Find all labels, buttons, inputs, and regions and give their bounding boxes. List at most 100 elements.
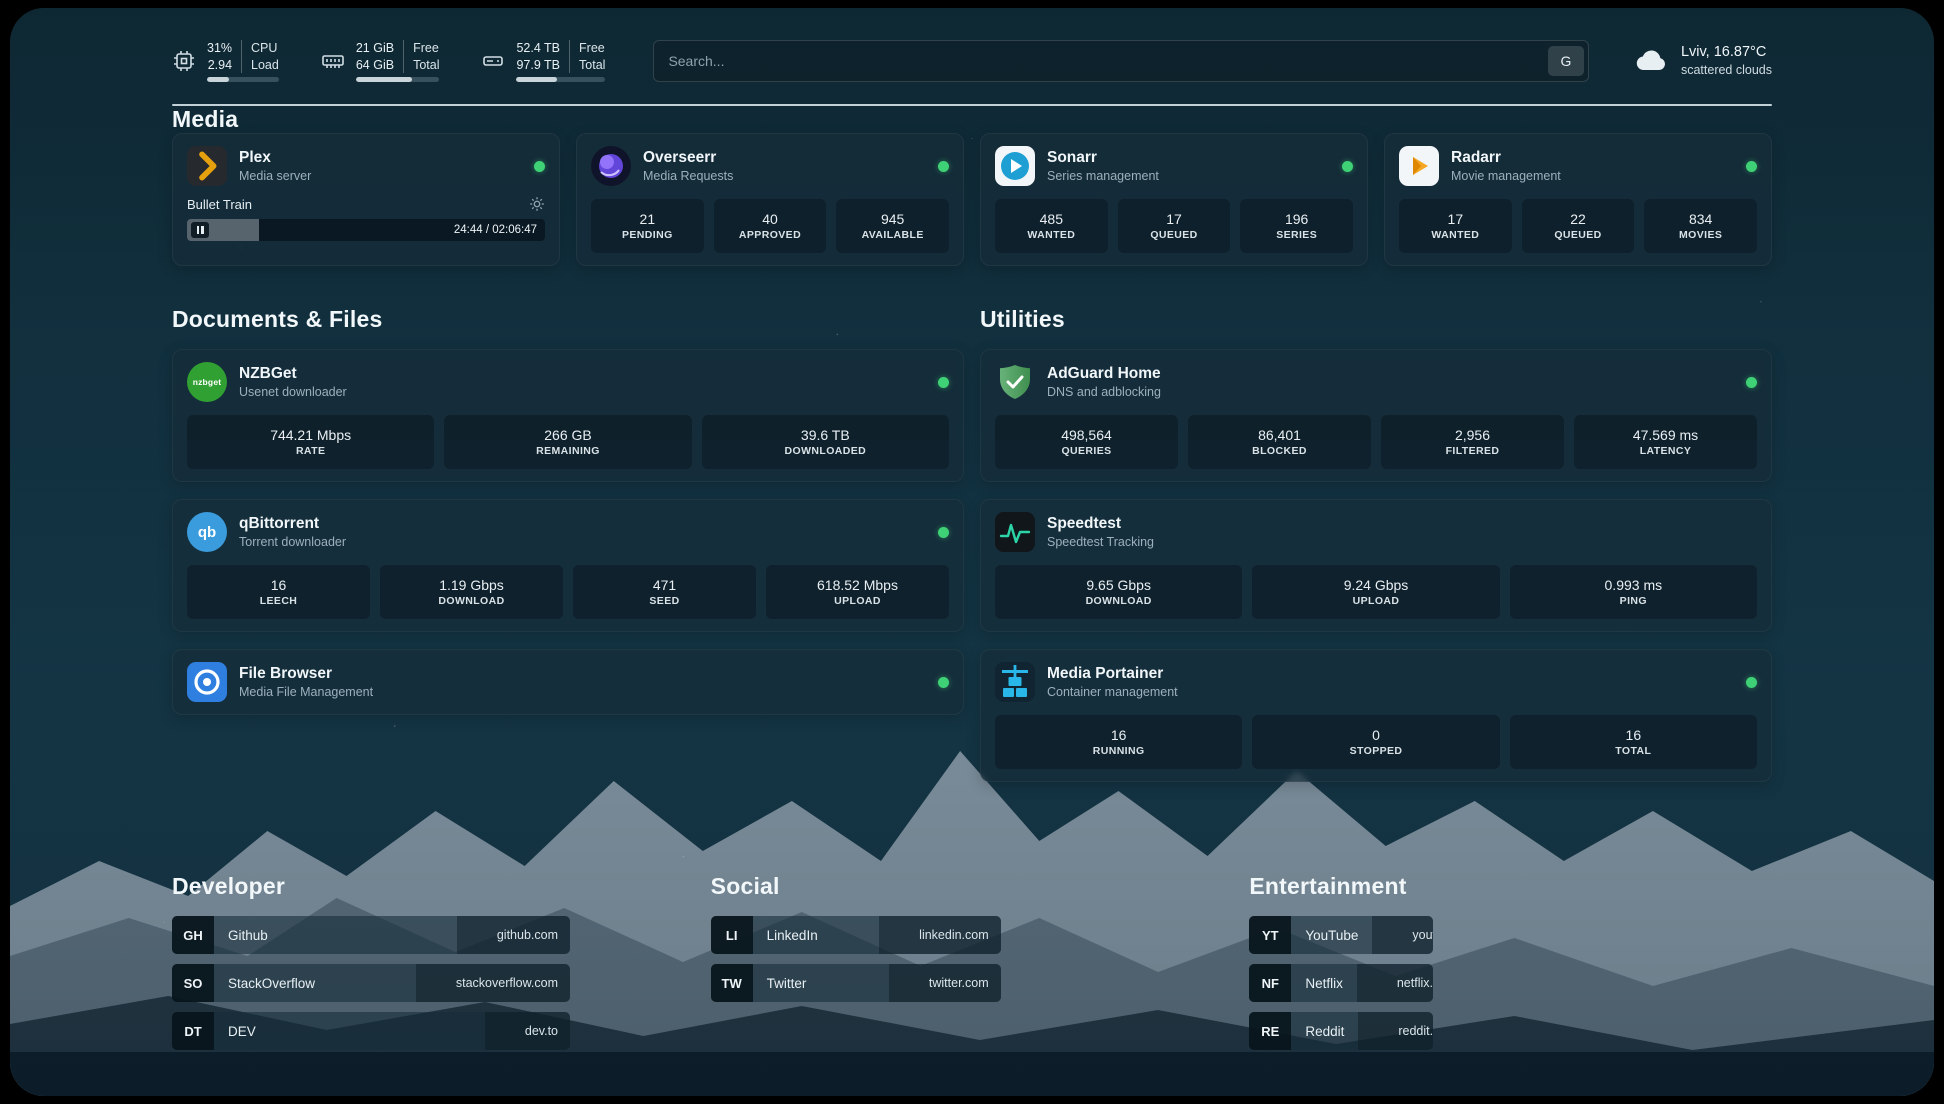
weather-widget[interactable]: Lviv, 16.87°C scattered clouds bbox=[1633, 43, 1772, 79]
stat-available: 945AVAILABLE bbox=[836, 199, 949, 253]
app-name: Radarr bbox=[1451, 148, 1561, 168]
app-name: Overseerr bbox=[643, 148, 733, 168]
bookmark-linkedin[interactable]: LI LinkedIn linkedin.com bbox=[711, 916, 1001, 954]
stat-downloaded: 39.6 TBDOWNLOADED bbox=[702, 415, 949, 469]
status-dot bbox=[1746, 377, 1757, 388]
stat-ping: 0.993 msPING bbox=[1510, 565, 1757, 619]
stat-total: 16TOTAL bbox=[1510, 715, 1757, 769]
app-card-portainer[interactable]: Media Portainer Container management 16R… bbox=[980, 649, 1772, 782]
section-title-developer: Developer bbox=[172, 873, 695, 900]
stat-approved: 40APPROVED bbox=[714, 199, 827, 253]
app-desc: DNS and adblocking bbox=[1047, 384, 1161, 400]
stat-wanted: 485WANTED bbox=[995, 199, 1108, 253]
speedtest-icon bbox=[995, 512, 1035, 552]
stat-queries: 498,564QUERIES bbox=[995, 415, 1178, 469]
stat-upload: 618.52 MbpsUPLOAD bbox=[766, 565, 949, 619]
section-title-utilities: Utilities bbox=[980, 306, 1772, 333]
bookmark-reddit[interactable]: RE Reddit reddit.com bbox=[1249, 1012, 1433, 1050]
pause-button[interactable] bbox=[191, 222, 209, 238]
app-card-sonarr[interactable]: Sonarr Series management 485WANTED 17QUE… bbox=[980, 133, 1368, 266]
stat-rate: 744.21 MbpsRATE bbox=[187, 415, 434, 469]
bookmark-group-social: Social LI LinkedIn linkedin.com TW Twitt… bbox=[711, 873, 1234, 1050]
app-card-overseerr[interactable]: Overseerr Media Requests 21PENDING 40APP… bbox=[576, 133, 964, 266]
app-card-filebrowser[interactable]: File Browser Media File Management bbox=[172, 649, 964, 715]
memory-free: 21 GiB bbox=[356, 40, 394, 56]
app-card-radarr[interactable]: Radarr Movie management 17WANTED 22QUEUE… bbox=[1384, 133, 1772, 266]
stat-stopped: 0STOPPED bbox=[1252, 715, 1499, 769]
twitter-icon: TW bbox=[711, 964, 753, 1002]
app-name: qBittorrent bbox=[239, 514, 346, 534]
documents-column: Documents & Files nzbget NZBGet Usenet d… bbox=[172, 306, 964, 799]
qbittorrent-icon: qb bbox=[187, 512, 227, 552]
disk-total: 97.9 TB bbox=[516, 57, 560, 73]
app-card-adguard[interactable]: AdGuard Home DNS and adblocking 498,564Q… bbox=[980, 349, 1772, 482]
disk-drive-icon bbox=[481, 49, 505, 73]
app-card-qbittorrent[interactable]: qb qBittorrent Torrent downloader 16LEEC… bbox=[172, 499, 964, 632]
memory-ram-icon bbox=[321, 49, 345, 73]
status-dot bbox=[938, 161, 949, 172]
cpu-load-label: Load bbox=[251, 57, 279, 73]
plex-icon bbox=[187, 146, 227, 186]
app-desc: Usenet downloader bbox=[239, 384, 347, 400]
weather-condition: scattered clouds bbox=[1681, 62, 1772, 79]
app-desc: Movie management bbox=[1451, 168, 1561, 184]
bookmark-twitter[interactable]: TW Twitter twitter.com bbox=[711, 964, 1001, 1002]
adguard-icon bbox=[995, 362, 1035, 402]
stat-remaining: 266 GBREMAINING bbox=[444, 415, 691, 469]
app-name: Media Portainer bbox=[1047, 664, 1178, 684]
youtube-icon: YT bbox=[1249, 916, 1291, 954]
app-desc: Media File Management bbox=[239, 684, 373, 700]
app-name: File Browser bbox=[239, 664, 373, 684]
radarr-icon bbox=[1399, 146, 1439, 186]
playback-time: 24:44 / 02:06:47 bbox=[454, 224, 545, 236]
bookmark-netflix[interactable]: NF Netflix netflix.com bbox=[1249, 964, 1433, 1002]
plex-player-bar[interactable]: 24:44 / 02:06:47 bbox=[187, 219, 545, 241]
dev-icon: DT bbox=[172, 1012, 214, 1050]
disk-free: 52.4 TB bbox=[516, 40, 560, 56]
stat-filtered: 2,956FILTERED bbox=[1381, 415, 1564, 469]
app-name: NZBGet bbox=[239, 364, 347, 384]
bookmark-stackoverflow[interactable]: SO StackOverflow stackoverflow.com bbox=[172, 964, 570, 1002]
stackoverflow-icon: SO bbox=[172, 964, 214, 1002]
disk-free-label: Free bbox=[579, 40, 605, 56]
stat-upload: 9.24 GbpsUPLOAD bbox=[1252, 565, 1499, 619]
status-dot bbox=[938, 677, 949, 688]
app-name: Sonarr bbox=[1047, 148, 1159, 168]
search-input[interactable] bbox=[654, 53, 1544, 69]
memory-widget: 21 GiB 64 GiB Free Total bbox=[321, 40, 440, 82]
stat-seed: 471SEED bbox=[573, 565, 756, 619]
weather-location: Lviv, 16.87°C bbox=[1681, 43, 1772, 63]
linkedin-icon: LI bbox=[711, 916, 753, 954]
dashboard-page: 31% 2.94 CPU Load bbox=[10, 8, 1934, 1096]
media-card-row: Plex Media server Bullet Train bbox=[172, 133, 1772, 266]
netflix-icon: NF bbox=[1249, 964, 1291, 1002]
status-dot bbox=[938, 377, 949, 388]
cpu-chip-icon bbox=[172, 49, 196, 73]
cpu-percent: 31% bbox=[207, 40, 232, 56]
cloud-icon bbox=[1633, 43, 1669, 79]
bookmark-github[interactable]: GH Github github.com bbox=[172, 916, 570, 954]
settings-gear-icon[interactable] bbox=[529, 196, 545, 212]
search-engine-button[interactable]: G bbox=[1548, 46, 1584, 76]
app-card-plex[interactable]: Plex Media server Bullet Train bbox=[172, 133, 560, 266]
app-desc: Speedtest Tracking bbox=[1047, 534, 1154, 550]
utilities-column: Utilities AdGuard bbox=[980, 306, 1772, 799]
app-name: Speedtest bbox=[1047, 514, 1154, 534]
stat-download: 1.19 GbpsDOWNLOAD bbox=[380, 565, 563, 619]
app-card-speedtest[interactable]: Speedtest Speedtest Tracking 9.65 GbpsDO… bbox=[980, 499, 1772, 632]
portainer-icon bbox=[995, 662, 1035, 702]
bookmark-youtube[interactable]: YT YouTube youtube.com bbox=[1249, 916, 1433, 954]
status-dot bbox=[1746, 677, 1757, 688]
cpu-load: 2.94 bbox=[208, 57, 232, 73]
bookmark-dev[interactable]: DT DEV dev.to bbox=[172, 1012, 570, 1050]
filebrowser-icon bbox=[187, 662, 227, 702]
search-bar[interactable]: G bbox=[653, 40, 1589, 82]
app-name: Plex bbox=[239, 148, 311, 168]
stat-pending: 21PENDING bbox=[591, 199, 704, 253]
section-title-documents: Documents & Files bbox=[172, 306, 964, 333]
app-card-nzbget[interactable]: nzbget NZBGet Usenet downloader 744.21 M… bbox=[172, 349, 964, 482]
sonarr-icon bbox=[995, 146, 1035, 186]
memory-total-label: Total bbox=[413, 57, 439, 73]
app-name: AdGuard Home bbox=[1047, 364, 1161, 384]
status-dot bbox=[1342, 161, 1353, 172]
